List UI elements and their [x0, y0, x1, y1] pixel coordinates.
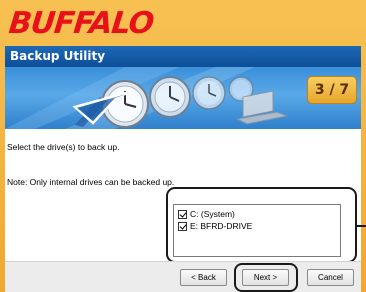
brand-logo: BUFFALO: [7, 6, 156, 41]
clock-icon: [149, 76, 191, 118]
instruction-text: Select the drive(s) to back up.: [7, 142, 120, 152]
drive-list-highlight: [166, 187, 357, 263]
cancel-button[interactable]: Cancel: [307, 269, 354, 286]
next-button-highlight: [234, 263, 298, 292]
window-title: Backup Utility: [5, 46, 361, 67]
note-text: Note: Only internal drives can be backed…: [7, 177, 175, 187]
callout-line: [357, 225, 366, 227]
step-indicator-badge: 3 / 7: [307, 76, 357, 104]
back-button[interactable]: < Back: [180, 269, 227, 286]
clock-icon: [192, 76, 226, 110]
